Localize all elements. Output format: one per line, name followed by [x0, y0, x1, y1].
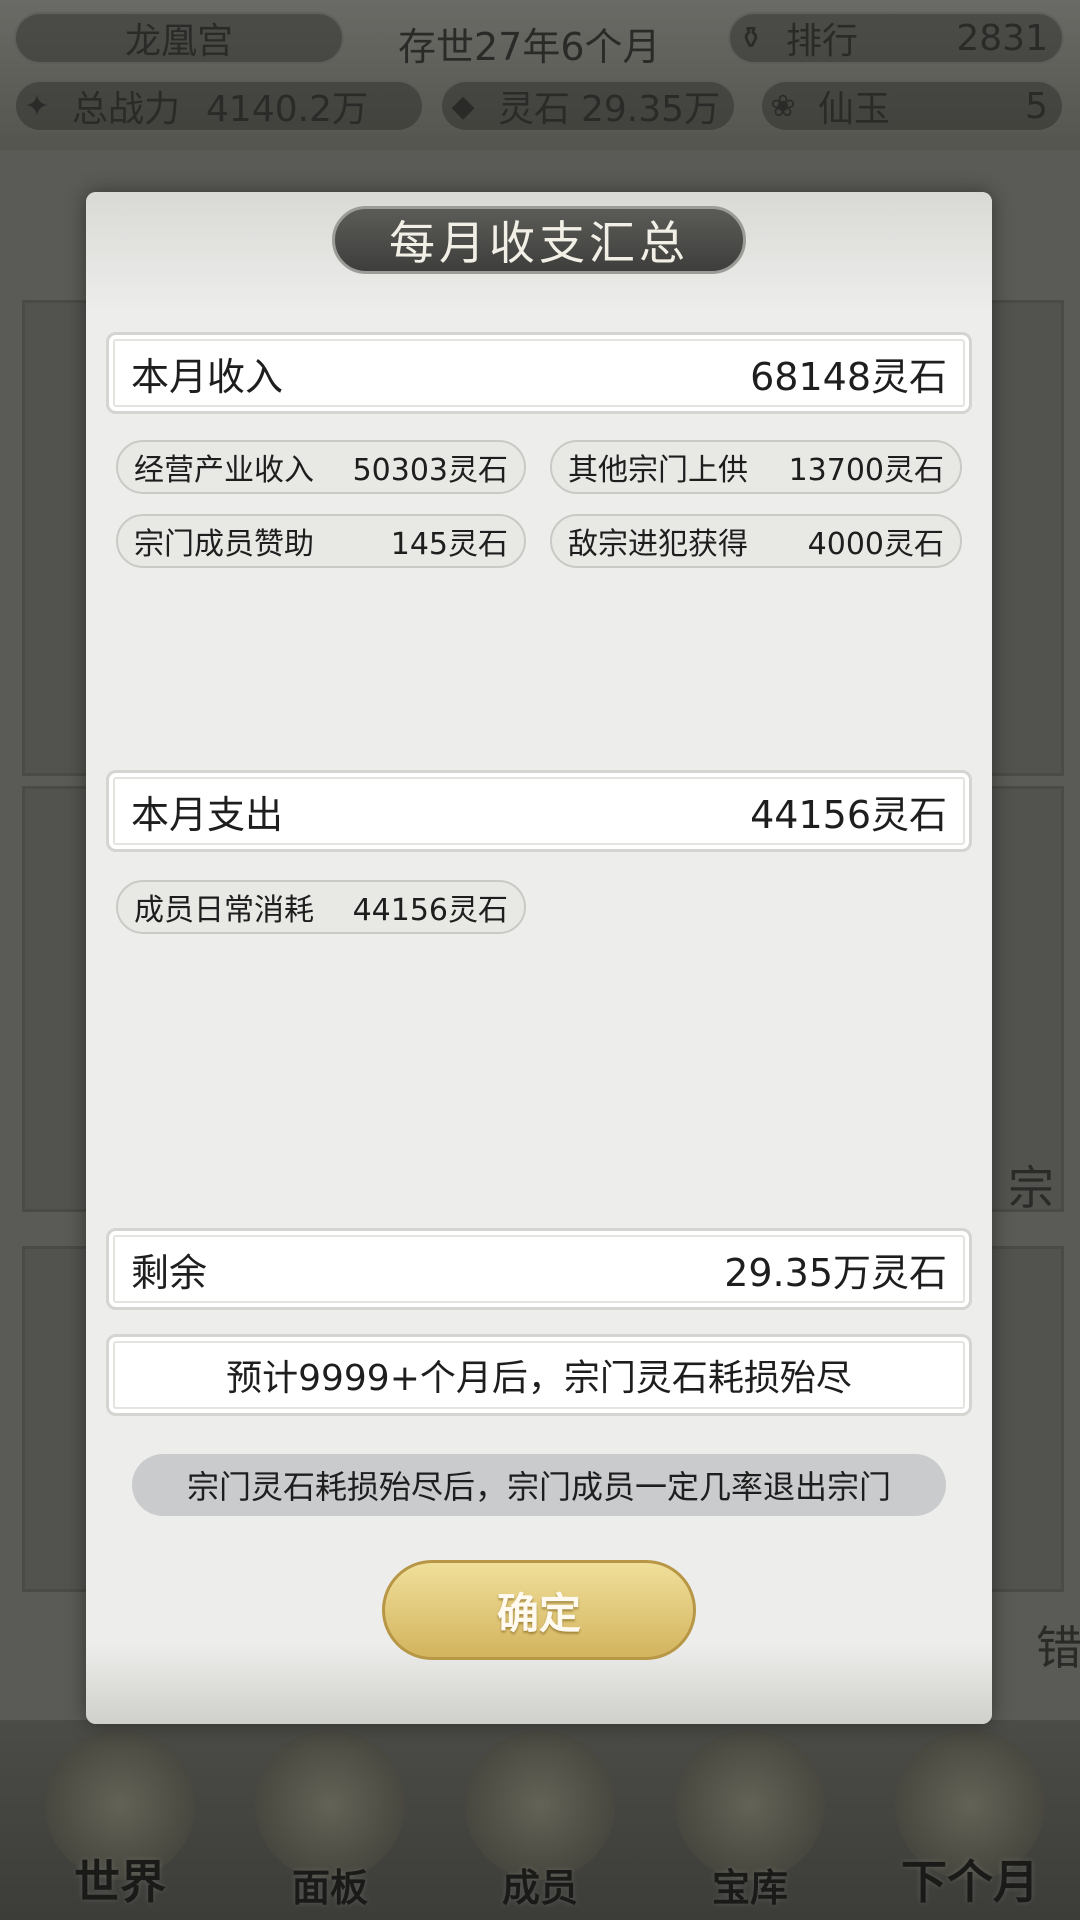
warning-message: 宗门灵石耗损殆尽后，宗门成员一定几率退出宗门: [132, 1454, 946, 1516]
income-item-label: 宗门成员赞助: [134, 527, 314, 562]
power-icon: ✦: [24, 88, 50, 124]
nav-members-label: 成员: [501, 1866, 578, 1910]
expense-value: 44156灵石: [750, 792, 947, 837]
income-item-value: 145灵石: [390, 527, 508, 562]
nav-panel[interactable]: 面板: [240, 1730, 420, 1920]
nav-members[interactable]: 成员: [450, 1730, 630, 1920]
sect-name-pill[interactable]: 龙凰宫: [14, 12, 344, 64]
background-side-text-2: 错: [1036, 1621, 1080, 1675]
income-item: 敌宗进犯获得 4000灵石: [550, 514, 962, 568]
nav-world[interactable]: 世界: [30, 1730, 210, 1920]
remaining-row: 剩余 29.35万灵石: [106, 1228, 972, 1310]
income-item-label: 其他宗门上供: [568, 453, 748, 488]
income-item: 宗门成员赞助 145灵石: [116, 514, 526, 568]
remaining-value: 29.35万灵石: [724, 1250, 947, 1295]
expense-item: 成员日常消耗 44156灵石: [116, 880, 526, 934]
expense-item-label: 成员日常消耗: [134, 893, 314, 928]
income-item: 经营产业收入 50303灵石: [116, 440, 526, 494]
confirm-label: 确定: [496, 1588, 581, 1638]
income-item-value: 4000灵石: [807, 527, 944, 562]
forecast-text: 预计9999+个月后，宗门灵石耗损殆尽: [226, 1358, 852, 1399]
immortal-jade-icon: ❀: [770, 88, 796, 124]
monthly-summary-dialog: 每月收支汇总 本月收入 68148灵石 经营产业收入 50303灵石 其他宗门上…: [86, 192, 992, 1724]
sect-name: 龙凰宫: [124, 21, 233, 62]
forecast-message: 预计9999+个月后，宗门灵石耗损殆尽: [106, 1334, 972, 1416]
power-value: 4140.2万: [206, 89, 368, 130]
expense-label: 本月支出: [131, 792, 284, 837]
nav-next-month-label: 下个月: [901, 1855, 1039, 1909]
spirit-stone-icon: ◆: [451, 88, 475, 124]
nav-treasury[interactable]: 宝库: [660, 1730, 840, 1920]
nav-treasury-label: 宝库: [711, 1866, 788, 1910]
income-value: 68148灵石: [750, 354, 947, 399]
income-item-label: 经营产业收入: [134, 453, 314, 488]
stone-value: 29.35万: [580, 89, 720, 130]
power-pill: ✦ 总战力 4140.2万: [14, 80, 424, 132]
expense-item-value: 44156灵石: [352, 893, 508, 928]
rank-pill[interactable]: ⚱ 排行 2831: [728, 12, 1064, 64]
income-item-label: 敌宗进犯获得: [568, 527, 748, 562]
rank-label: 排行: [786, 21, 859, 62]
jade-value: 5: [1025, 85, 1048, 127]
power-label: 总战力: [72, 89, 181, 130]
warning-text: 宗门灵石耗损殆尽后，宗门成员一定几率退出宗门: [186, 1468, 891, 1506]
jade-pill[interactable]: ❀ 仙玉 5: [760, 80, 1064, 132]
confirm-button[interactable]: 确定: [382, 1560, 696, 1660]
sect-age: 存世27年6个月: [398, 25, 661, 69]
jade-label: 仙玉: [818, 89, 891, 130]
income-label: 本月收入: [131, 354, 284, 399]
nav-world-label: 世界: [74, 1855, 166, 1909]
nav-panel-label: 面板: [291, 1866, 368, 1910]
rank-value: 2831: [956, 17, 1048, 59]
stone-label: 灵石: [498, 89, 571, 130]
income-item: 其他宗门上供 13700灵石: [550, 440, 962, 494]
income-item-value: 13700灵石: [788, 453, 944, 488]
remaining-label: 剩余: [131, 1250, 208, 1295]
dialog-title: 每月收支汇总: [332, 206, 746, 274]
expense-total-row: 本月支出 44156灵石: [106, 770, 972, 852]
income-total-row: 本月收入 68148灵石: [106, 332, 972, 414]
stone-pill[interactable]: ◆ 灵石 29.35万: [440, 80, 736, 132]
income-item-value: 50303灵石: [352, 453, 508, 488]
bottom-navigation: 世界 面板 成员 宝库 下个月: [0, 1720, 1080, 1920]
nav-next-month[interactable]: 下个月: [870, 1730, 1070, 1920]
background-side-text-1: 宗: [1008, 1161, 1054, 1215]
rank-icon: ⚱: [738, 20, 764, 56]
